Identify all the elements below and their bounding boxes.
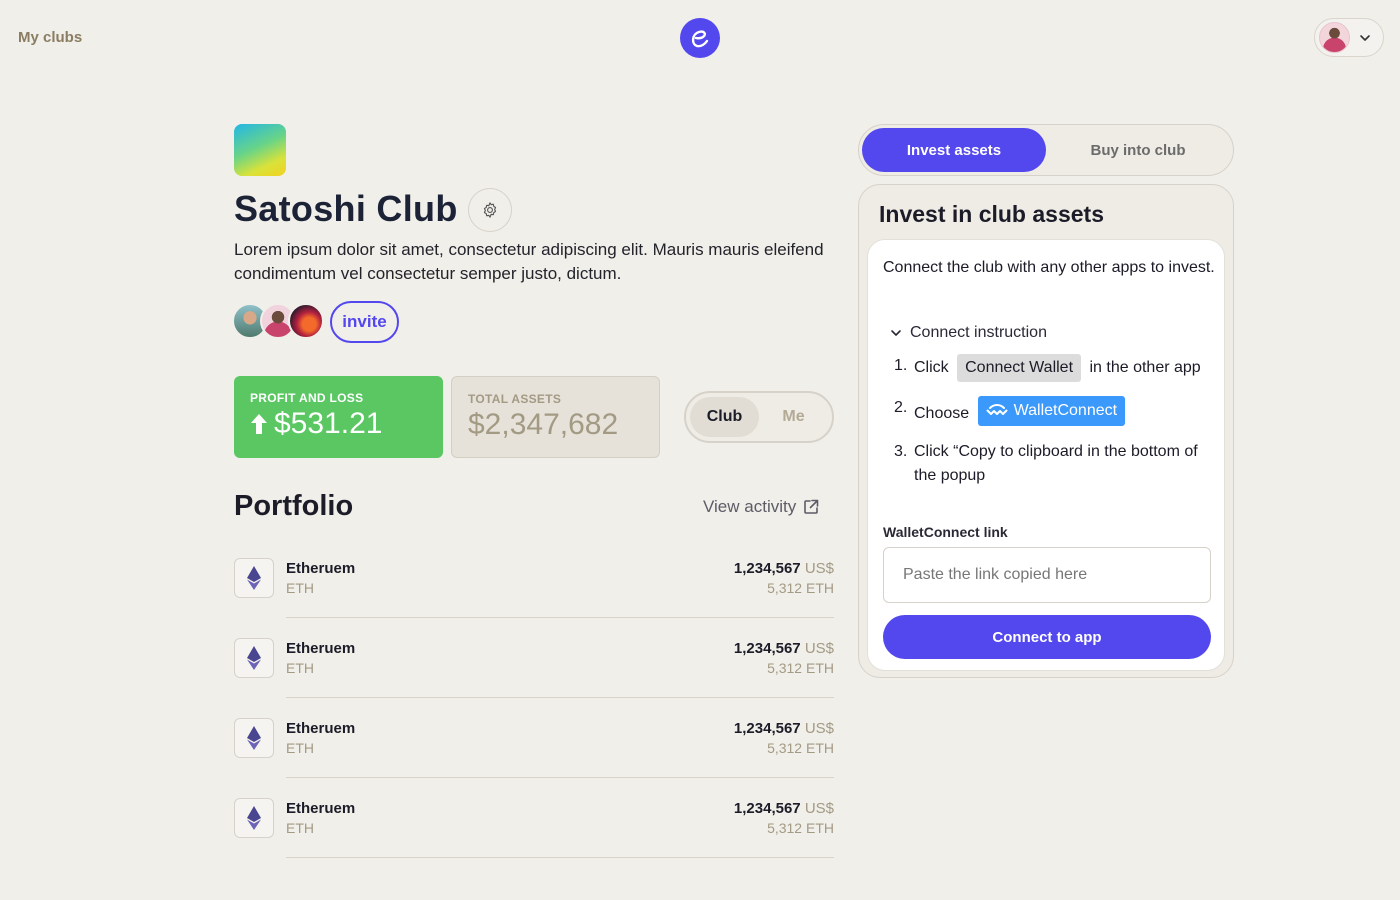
instruction-step: 2. Choose WalletConnect: [894, 396, 1214, 426]
ethereum-icon: [234, 798, 274, 838]
total-assets-value: $2,347,682: [468, 408, 619, 441]
asset-row[interactable]: Etheruem ETH 1,234,567 US$ 5,312 ETH: [234, 618, 834, 698]
gear-icon: [483, 202, 497, 218]
arrow-up-icon: [251, 414, 267, 434]
instruction-step: 3. Click “Copy to clipboard in the botto…: [894, 443, 1198, 484]
invite-button[interactable]: invite: [330, 301, 399, 343]
tab-invest-assets[interactable]: Invest assets: [862, 128, 1046, 172]
club-description: Lorem ipsum dolor sit amet, consectetur …: [234, 240, 824, 283]
asset-usd-value: 1,234,567 US$: [733, 560, 834, 577]
invest-panel: Invest in club assets Connect the club w…: [858, 184, 1234, 678]
toggle-me[interactable]: Me: [759, 397, 828, 437]
panel-tabs: Invest assets Buy into club: [858, 124, 1234, 176]
ethereum-icon: [234, 558, 274, 598]
asset-name: Etheruem: [286, 720, 356, 737]
ethereum-icon: [234, 638, 274, 678]
user-avatar: [1319, 22, 1350, 53]
walletconnect-link-label: WalletConnect link: [883, 524, 1008, 540]
club-title: Satoshi Club: [234, 188, 458, 229]
asset-ticker: ETH: [286, 580, 314, 596]
app-logo[interactable]: [680, 18, 720, 58]
view-activity-link[interactable]: View activity: [703, 497, 820, 517]
instruction-step: 1. Click Connect Wallet in the other app: [894, 354, 1214, 382]
asset-name: Etheruem: [286, 560, 356, 577]
asset-list: Etheruem ETH 1,234,567 US$ 5,312 ETH Eth…: [234, 538, 834, 858]
instruction-steps: 1. Click Connect Wallet in the other app…: [894, 354, 1214, 502]
walletconnect-icon: [986, 404, 1008, 415]
toggle-club[interactable]: Club: [690, 397, 759, 437]
asset-usd-value: 1,234,567 US$: [733, 720, 834, 737]
profit-loss-card: PROFIT AND LOSS $531.21: [234, 376, 443, 458]
view-activity-label: View activity: [703, 497, 797, 516]
club-image: [234, 124, 286, 176]
external-link-icon: [804, 499, 819, 514]
chevron-down-icon: [891, 330, 901, 336]
club-me-toggle[interactable]: Club Me: [684, 391, 834, 443]
asset-usd-value: 1,234,567 US$: [733, 640, 834, 657]
my-clubs-link[interactable]: My clubs: [18, 29, 82, 46]
total-assets-label: TOTAL ASSETS: [468, 392, 562, 406]
connect-instruction-label: Connect instruction: [910, 324, 1047, 341]
asset-amount: 5,312 ETH: [767, 820, 834, 836]
invest-card: Connect the club with any other apps to …: [867, 239, 1225, 671]
asset-ticker: ETH: [286, 660, 314, 676]
connect-instruction-toggle[interactable]: Connect instruction: [890, 324, 1047, 342]
portfolio-title: Portfolio: [234, 490, 354, 522]
total-assets-card: TOTAL ASSETS $2,347,682: [451, 376, 660, 458]
asset-ticker: ETH: [286, 740, 314, 756]
walletconnect-link-input[interactable]: [883, 547, 1211, 603]
asset-row[interactable]: Etheruem ETH 1,234,567 US$ 5,312 ETH: [234, 778, 834, 858]
asset-amount: 5,312 ETH: [767, 580, 834, 596]
asset-amount: 5,312 ETH: [767, 660, 834, 676]
tab-buy-into-club[interactable]: Buy into club: [1046, 128, 1230, 172]
asset-amount: 5,312 ETH: [767, 740, 834, 756]
asset-name: Etheruem: [286, 640, 356, 657]
member-avatar[interactable]: [288, 303, 324, 339]
ethereum-icon: [234, 718, 274, 758]
asset-row[interactable]: Etheruem ETH 1,234,567 US$ 5,312 ETH: [234, 538, 834, 618]
asset-usd-value: 1,234,567 US$: [733, 800, 834, 817]
asset-row[interactable]: Etheruem ETH 1,234,567 US$ 5,312 ETH: [234, 698, 834, 778]
panel-title: Invest in club assets: [879, 201, 1104, 227]
connect-to-app-button[interactable]: Connect to app: [883, 615, 1211, 659]
profit-loss-label: PROFIT AND LOSS: [250, 391, 364, 405]
asset-ticker: ETH: [286, 820, 314, 836]
club-settings-button[interactable]: [468, 188, 512, 232]
connect-wallet-chip: Connect Wallet: [957, 354, 1082, 382]
invest-intro: Connect the club with any other apps to …: [883, 259, 1215, 276]
chevron-down-icon: [1360, 34, 1370, 41]
profile-menu[interactable]: [1314, 18, 1384, 57]
walletconnect-chip: WalletConnect: [977, 396, 1126, 426]
member-avatars[interactable]: [232, 303, 324, 339]
asset-name: Etheruem: [286, 800, 356, 817]
logo-icon: [691, 30, 709, 48]
profit-loss-value: $531.21: [274, 407, 383, 440]
